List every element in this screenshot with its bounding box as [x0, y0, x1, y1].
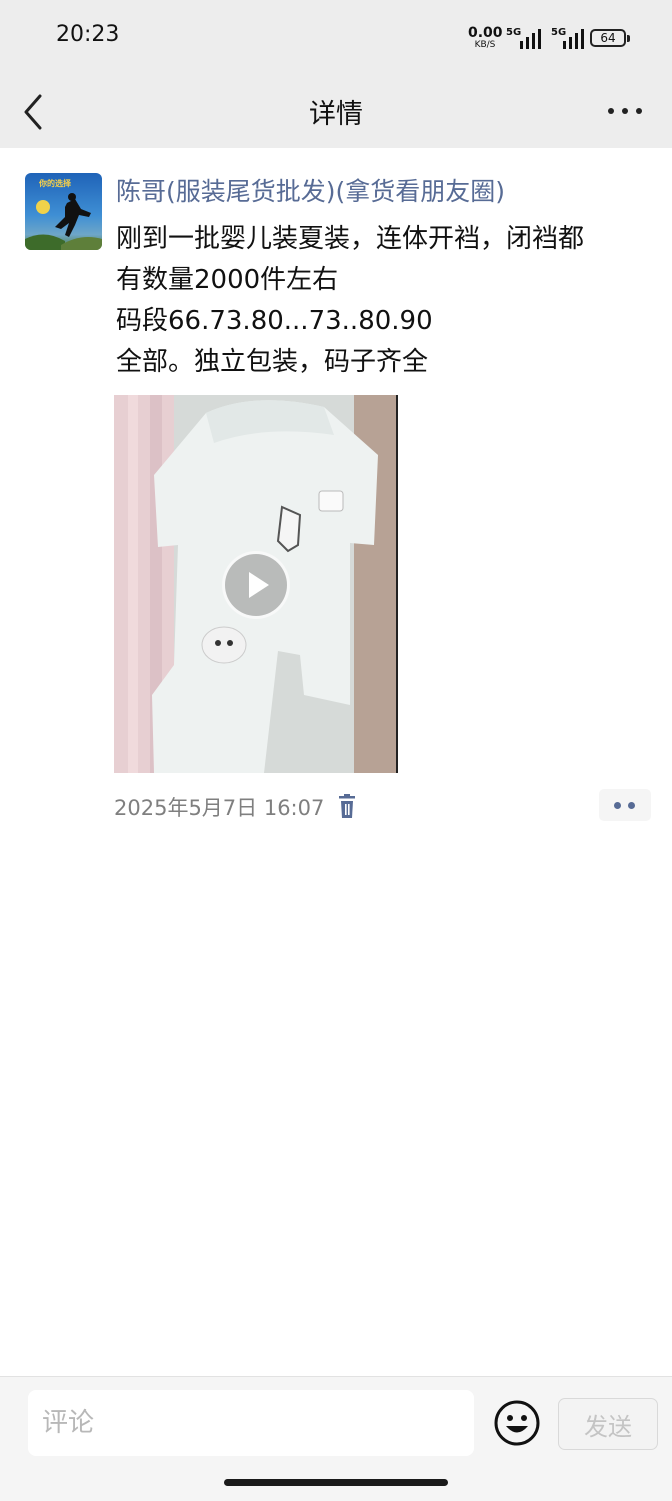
- author-name[interactable]: 陈哥(服装尾货批发)(拿货看朋友圈): [116, 172, 505, 208]
- emoji-button[interactable]: [493, 1399, 541, 1447]
- avatar-caption: 你的选择: [39, 179, 71, 188]
- network-speed: 0.00 KB/S: [468, 25, 503, 50]
- delete-post-button[interactable]: [336, 794, 358, 820]
- play-icon[interactable]: [222, 551, 290, 619]
- status-time: 20:23: [56, 22, 120, 47]
- battery-icon: 64: [590, 29, 626, 47]
- comment-input[interactable]: [28, 1390, 474, 1456]
- post-action-button[interactable]: [599, 789, 651, 821]
- home-indicator[interactable]: [224, 1479, 448, 1486]
- network-speed-unit: KB/S: [474, 40, 496, 50]
- post-text-line: 码段66.73.80...73..80.90: [116, 306, 433, 336]
- post-text-line: 有数量2000件左右: [116, 265, 339, 295]
- more-dots-icon: [608, 108, 614, 114]
- battery-tip: [627, 35, 630, 42]
- signal-strength-icon: 5G: [505, 27, 543, 49]
- network-speed-value: 0.00: [468, 25, 503, 41]
- post-text-line: 刚到一批婴儿装夏装，连体开裆，闭裆都: [116, 224, 585, 254]
- signal-label: 5G: [506, 27, 522, 38]
- more-options-button[interactable]: [604, 96, 646, 126]
- page-title: 详情: [309, 99, 363, 130]
- more-dots-icon: [614, 802, 621, 809]
- signal-strength-icon: 5G: [551, 27, 584, 49]
- post-content: 刚到一批婴儿装夏装，连体开裆，闭裆都 有数量2000件左右 码段66.73.80…: [116, 219, 646, 383]
- smiley-icon: [494, 1400, 540, 1446]
- signal-label: 5G: [551, 27, 567, 38]
- send-button[interactable]: 发送: [558, 1398, 658, 1450]
- navigation-bar: 详情: [0, 76, 672, 148]
- post-text-line: 全部。独立包装，码子齐全: [116, 347, 429, 377]
- status-bar: 20:23 0.00 KB/S 5G 5G 64: [0, 0, 672, 76]
- trash-icon: [339, 794, 355, 818]
- author-avatar[interactable]: 你的选择: [25, 173, 102, 250]
- post-timestamp: 2025年5月7日 16:07: [114, 796, 325, 820]
